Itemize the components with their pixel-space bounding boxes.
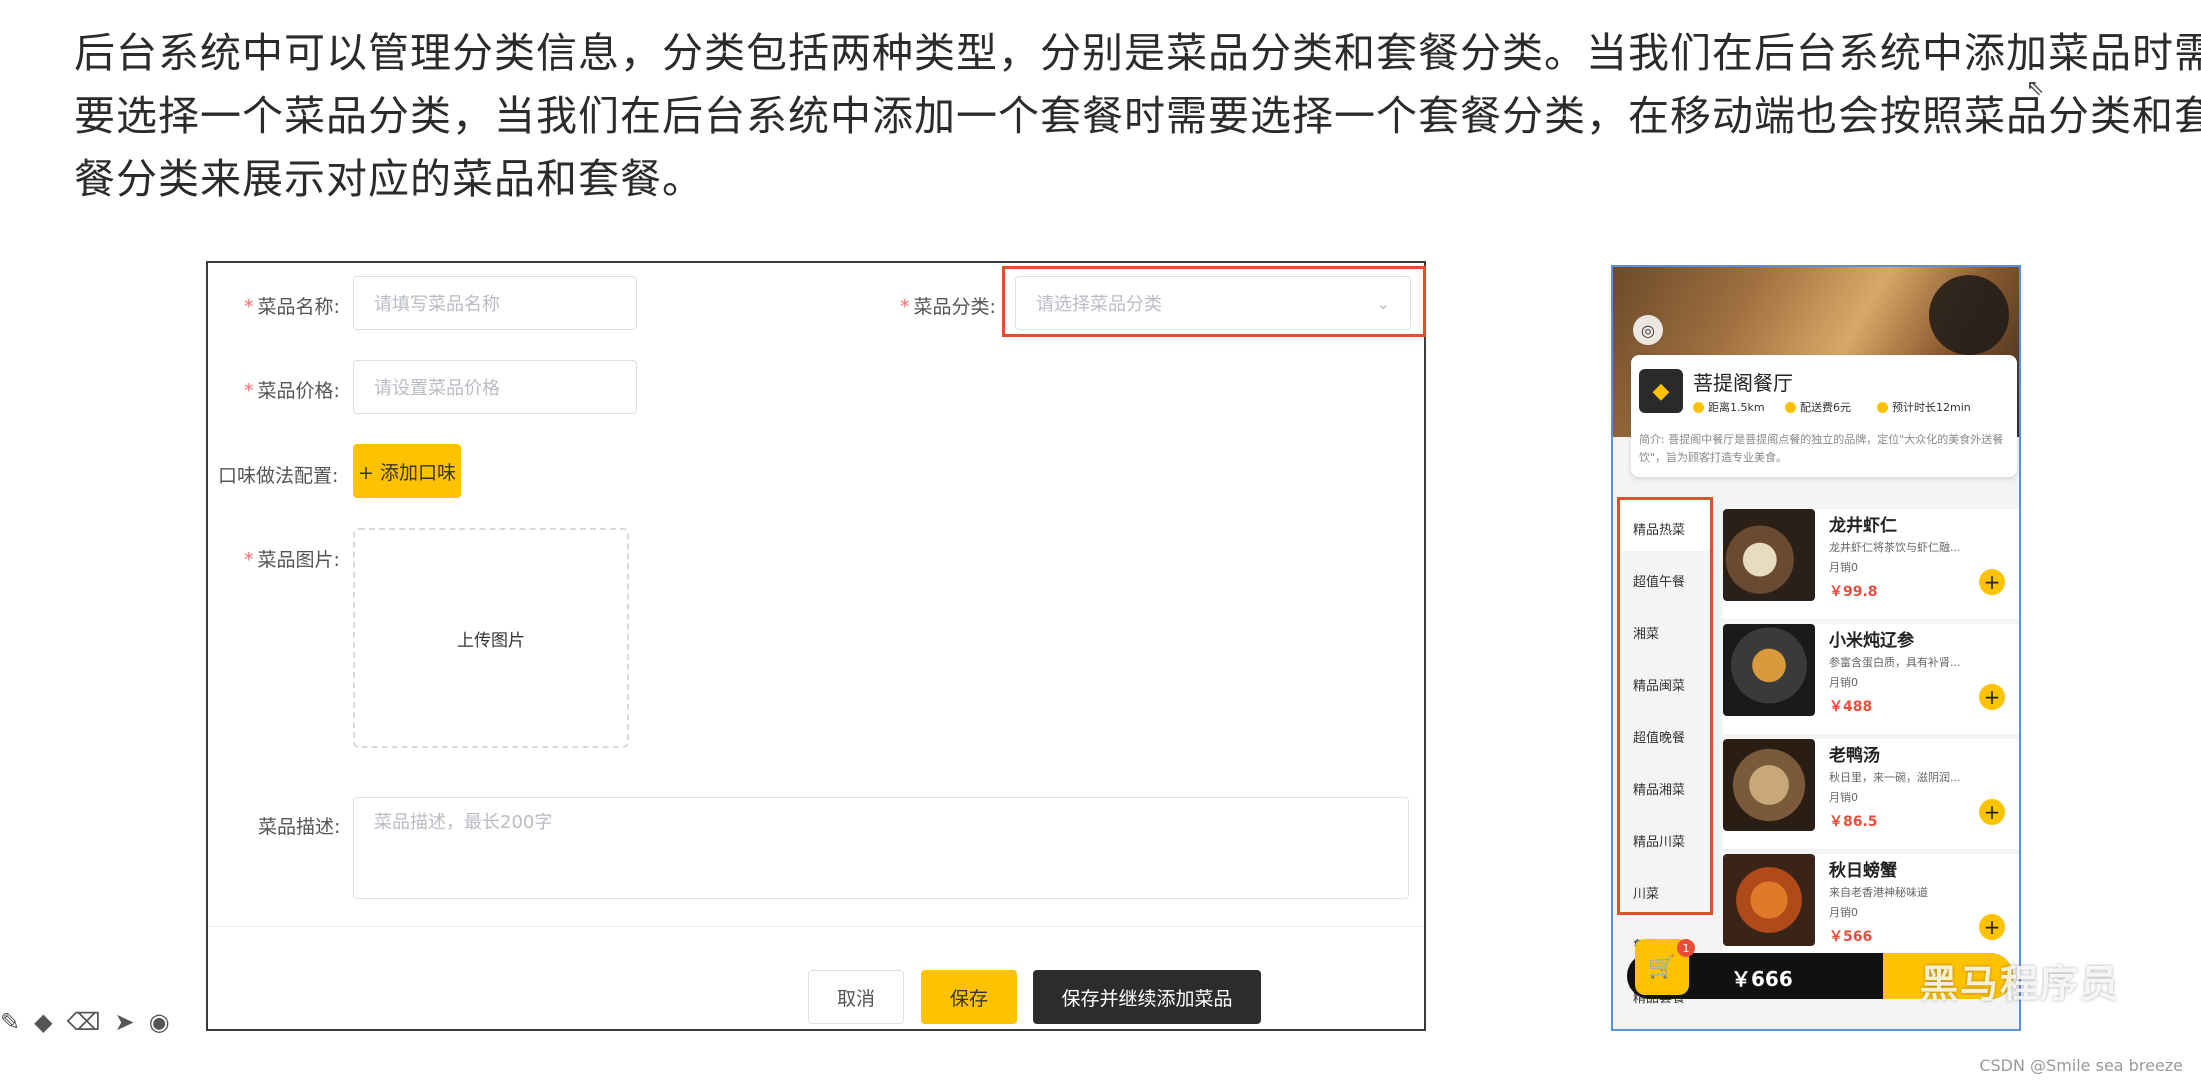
add-to-cart-button[interactable]: +	[1979, 684, 2005, 710]
distance-text: 距离1.5km	[1708, 401, 1765, 414]
pointer-icon[interactable]: ➤	[115, 1008, 135, 1036]
dish-desc: 龙井虾仁将茶饮与虾仁融...	[1829, 541, 1961, 554]
dish-image	[1723, 739, 1815, 831]
dish-image	[1723, 854, 1815, 946]
dish-name: 龙井虾仁	[1829, 516, 1897, 536]
dish-sales: 月销0	[1829, 676, 1858, 689]
category-highlight-box	[1002, 266, 1426, 337]
required-mark: *	[900, 296, 910, 318]
dish-name-label-text: 菜品名称:	[257, 296, 340, 318]
dish-price: ￥99.8	[1829, 584, 1878, 600]
dish-desc: 来自老香港神秘味道	[1829, 886, 1928, 899]
eta-text: 预计时长12min	[1892, 401, 1971, 414]
fee-text: 配送费6元	[1800, 401, 1851, 414]
flavor-config-label: 口味做法配置:	[218, 465, 339, 487]
add-to-cart-button[interactable]: +	[1979, 799, 2005, 825]
fee-icon	[1785, 401, 1796, 413]
dish-category-label: * 菜品分类:	[900, 292, 996, 319]
record-icon[interactable]: ◉	[149, 1008, 170, 1036]
shop-card: ◆ 菩提阁餐厅 距离1.5km 配送费6元 预计时长12min 简介: 菩提阁中…	[1631, 355, 2017, 477]
fill-icon[interactable]: ◆	[34, 1008, 52, 1036]
timer-icon	[1877, 401, 1888, 413]
dish-price: ￥488	[1829, 699, 1873, 715]
dish-price-label-text: 菜品价格:	[257, 380, 340, 402]
banner-decoration	[1929, 275, 2009, 355]
dish-desc: 参富含蛋白质，具有补肾...	[1829, 656, 1961, 669]
save-button[interactable]: 保存	[921, 970, 1017, 1024]
image-upload-area[interactable]: 上传图片	[353, 528, 629, 748]
annotation-toolbar: ✎ ◆ ⌫ ➤ ◉	[0, 1004, 210, 1040]
add-to-cart-button[interactable]: +	[1979, 569, 2005, 595]
dish-price-input[interactable]: 请设置菜品价格	[353, 360, 637, 414]
dish-desc-textarea[interactable]: 菜品描述，最长200字	[353, 797, 1409, 899]
dish-desc: 秋日里，来一碗，滋阴润...	[1829, 771, 1961, 784]
dish-sales: 月销0	[1829, 906, 1858, 919]
dish-sales: 月销0	[1829, 561, 1858, 574]
user-icon[interactable]: ◎	[1633, 315, 1663, 345]
dish-name-input[interactable]: 请填写菜品名称	[353, 276, 637, 330]
watermark-logo: 黑马程序员	[1920, 961, 2121, 1006]
intro-line-2: 要选择一个菜品分类，当我们在后台系统中添加一个套餐时需要选择一个套餐分类，在移动…	[74, 92, 2201, 140]
cart-total: ￥666	[1731, 967, 1793, 991]
dish-item: 老鸭汤 秋日里，来一碗，滋阴润... 月销0 ￥86.5 +	[1723, 739, 2019, 849]
shop-description: 简介: 菩提阁中餐厅是菩提阁点餐的独立的品牌，定位"大众化的美食外送餐饮"，旨为…	[1639, 433, 2004, 464]
dish-item: 龙井虾仁 龙井虾仁将茶饮与虾仁融... 月销0 ￥99.8 +	[1723, 509, 2019, 619]
pen-icon[interactable]: ✎	[0, 1008, 20, 1036]
dish-name: 老鸭汤	[1829, 746, 1880, 766]
intro-paragraph: 后台系统中可以管理分类信息，分类包括两种类型，分别是菜品分类和套餐分类。当我们在…	[74, 22, 2201, 211]
dish-sales: 月销0	[1829, 791, 1858, 804]
shop-name: 菩提阁餐厅	[1693, 371, 1793, 395]
dish-desc-label: 菜品描述:	[258, 816, 341, 838]
dish-price: ￥566	[1829, 929, 1873, 945]
dish-name-label: * 菜品名称:	[244, 292, 340, 319]
credit-text: CSDN @Smile sea breeze	[1979, 1056, 2183, 1075]
dish-desc-placeholder: 菜品描述，最长200字	[374, 812, 553, 833]
dish-item: 小米炖辽参 参富含蛋白质，具有补肾... 月销0 ￥488 +	[1723, 624, 2019, 734]
shop-delivery-fee: 配送费6元	[1785, 399, 1851, 415]
shop-eta: 预计时长12min	[1877, 399, 1971, 415]
shop-distance: 距离1.5km	[1693, 399, 1765, 415]
cancel-button[interactable]: 取消	[808, 970, 904, 1024]
intro-line-1: 后台系统中可以管理分类信息，分类包括两种类型，分别是菜品分类和套餐分类。当我们在…	[74, 29, 2201, 77]
cart-badge: 1	[1677, 939, 1695, 957]
mouse-cursor-icon: ⇖	[2026, 76, 2045, 101]
required-mark: *	[244, 380, 254, 402]
save-and-continue-button[interactable]: 保存并继续添加菜品	[1033, 970, 1261, 1024]
eraser-icon[interactable]: ⌫	[67, 1008, 101, 1036]
dish-price: ￥86.5	[1829, 814, 1878, 830]
dish-image-label: * 菜品图片:	[244, 545, 340, 572]
intro-line-3: 餐分类来展示对应的菜品和套餐。	[74, 155, 704, 203]
mobile-preview: ◎ ◆ 菩提阁餐厅 距离1.5km 配送费6元 预计时长12min 简介: 菩提…	[1611, 265, 2021, 1031]
dish-image	[1723, 624, 1815, 716]
required-mark: *	[244, 296, 254, 318]
category-highlight-box	[1617, 497, 1713, 915]
dish-price-placeholder: 请设置菜品价格	[374, 378, 500, 399]
dish-category-label-text: 菜品分类:	[913, 296, 996, 318]
shop-logo-icon: ◆	[1639, 369, 1683, 413]
form-divider	[208, 926, 1424, 927]
dish-name: 小米炖辽参	[1829, 631, 1914, 651]
dish-name: 秋日螃蟹	[1829, 861, 1897, 881]
add-to-cart-button[interactable]: +	[1979, 914, 2005, 940]
dish-image	[1723, 509, 1815, 601]
dish-price-label: * 菜品价格:	[244, 376, 340, 403]
add-flavor-button[interactable]: + 添加口味	[353, 444, 461, 498]
dish-image-label-text: 菜品图片:	[257, 549, 340, 571]
dish-name-placeholder: 请填写菜品名称	[374, 294, 500, 315]
required-mark: *	[244, 549, 254, 571]
clock-icon	[1693, 401, 1704, 413]
upload-image-text: 上传图片	[457, 630, 525, 651]
add-dish-form: * 菜品名称: 请填写菜品名称 * 菜品分类: 请选择菜品分类 ⌄ * 菜品价格: 请…	[206, 261, 1426, 1031]
